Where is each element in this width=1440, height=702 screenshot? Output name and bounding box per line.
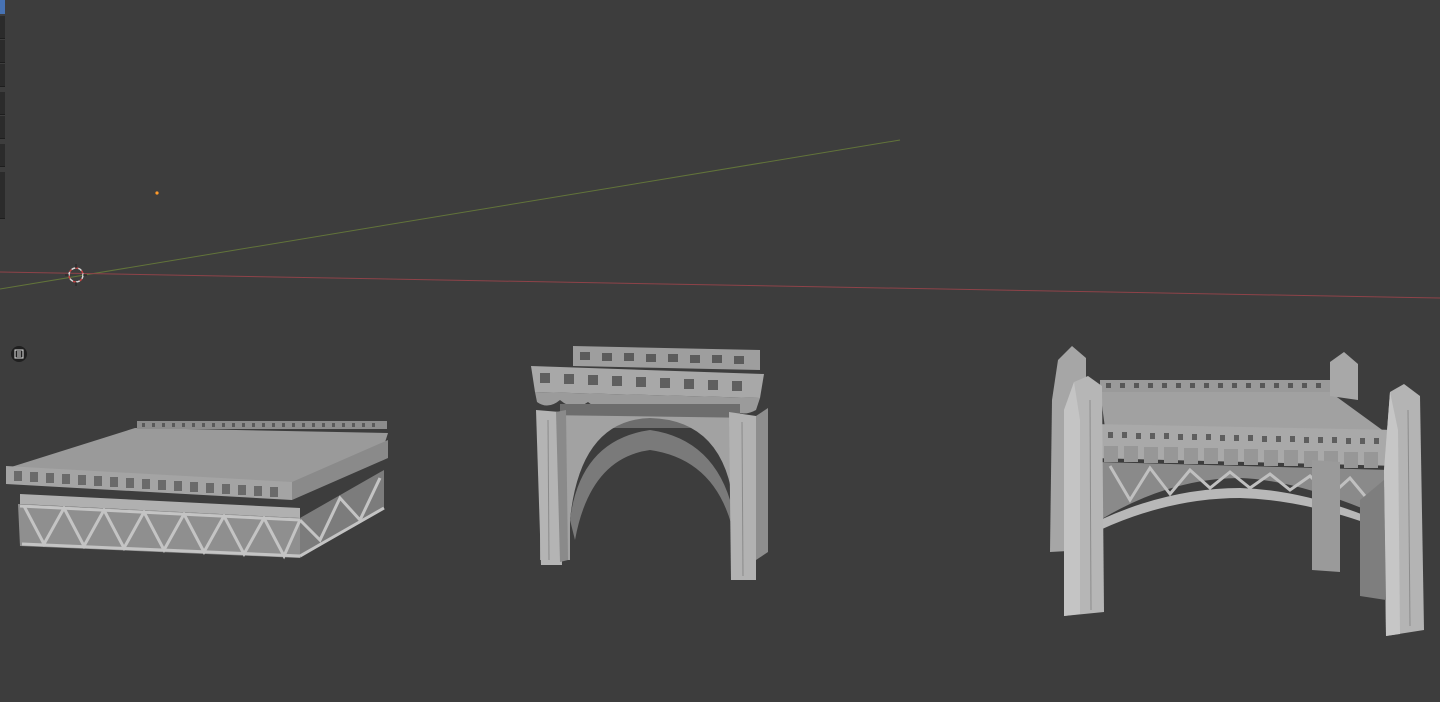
collection-icon (14, 349, 24, 359)
y-axis-line (0, 139, 901, 290)
arch-bridge[interactable] (531, 346, 768, 580)
overlay-toggle-button[interactable] (11, 346, 27, 362)
3d-cursor-icon[interactable] (65, 264, 87, 286)
truss-bridge[interactable] (6, 421, 388, 560)
art-deco-bridge[interactable] (1050, 346, 1424, 636)
light-origin-icon[interactable] (155, 191, 159, 195)
scene-canvas[interactable] (0, 0, 1440, 702)
3d-viewport[interactable] (0, 0, 1440, 702)
x-axis-line (0, 271, 1440, 299)
